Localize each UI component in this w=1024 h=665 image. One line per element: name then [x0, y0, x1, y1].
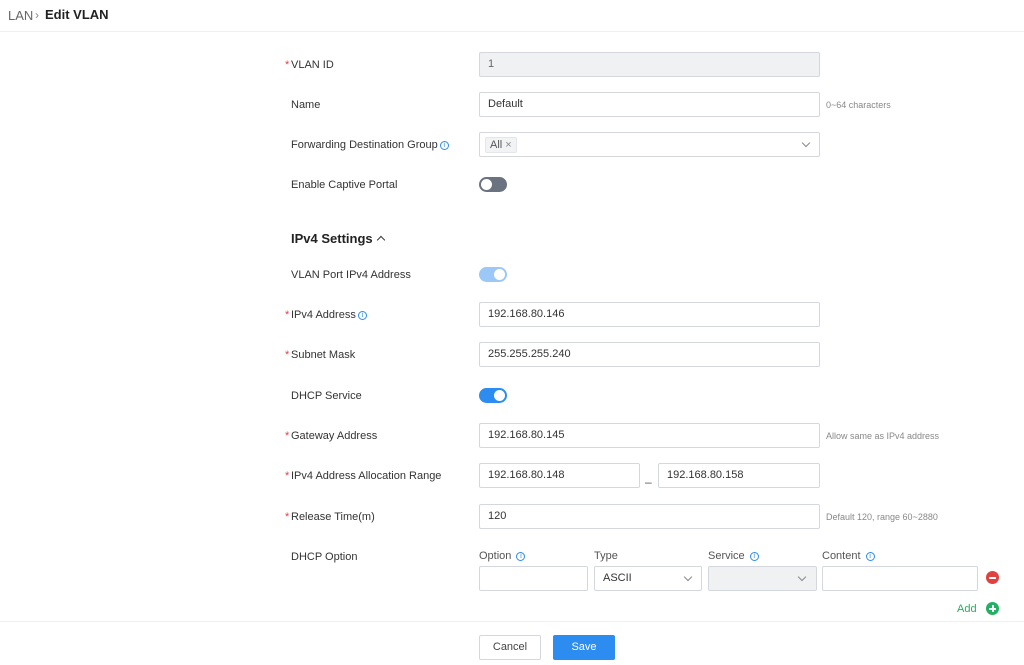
ipv4-address-input[interactable]: 192.168.80.146 — [479, 302, 820, 327]
tag-close-icon[interactable]: × — [505, 139, 511, 151]
name-input[interactable]: Default — [479, 92, 820, 117]
save-button[interactable]: Save — [553, 635, 615, 660]
gateway-hint: Allow same as IPv4 address — [826, 431, 940, 441]
forwarding-group-select[interactable] — [479, 132, 820, 157]
toggle-knob — [494, 390, 505, 401]
required-mark: * — [285, 349, 290, 361]
ipv4-settings-title: IPv4 Settings — [291, 231, 373, 246]
required-mark: * — [285, 59, 290, 71]
info-icon[interactable]: i — [516, 552, 526, 561]
forwarding-group-label-text: Forwarding Destination Group — [291, 139, 438, 151]
service-header-text: Service — [708, 550, 745, 562]
forwarding-group-label: Forwarding Destination Group i — [291, 138, 449, 152]
required-mark: * — [285, 470, 290, 482]
dhcp-content-input[interactable] — [822, 566, 978, 591]
info-icon[interactable]: i — [357, 311, 367, 320]
name-label: Name — [291, 99, 321, 111]
dhcp-option-label: DHCP Option — [291, 551, 358, 563]
option-column-header: Option i — [479, 550, 526, 562]
type-column-header: Type — [594, 550, 618, 562]
toggle-knob — [494, 269, 505, 280]
range-start-input[interactable]: 192.168.80.148 — [479, 463, 640, 488]
range-end-input[interactable]: 192.168.80.158 — [658, 463, 820, 488]
info-icon[interactable]: i — [439, 141, 449, 150]
add-icon[interactable] — [986, 602, 999, 615]
option-header-text: Option — [479, 550, 512, 562]
page-title: Edit VLAN — [45, 7, 109, 22]
gateway-address-input[interactable]: 192.168.80.145 — [479, 423, 820, 448]
cancel-button[interactable]: Cancel — [479, 635, 541, 660]
subnet-mask-label: Subnet Mask — [291, 349, 356, 361]
content-column-header: Content i — [822, 550, 875, 562]
release-time-input[interactable]: 120 — [479, 504, 820, 529]
release-time-label: Release Time(m) — [291, 511, 375, 523]
chevron-up-icon[interactable] — [376, 235, 386, 245]
release-time-hint: Default 120, range 60~2880 — [826, 512, 938, 522]
toggle-knob — [481, 179, 492, 190]
tag-label: All — [490, 139, 503, 151]
breadcrumb-separator-icon: › — [35, 8, 39, 22]
dhcp-service-label: DHCP Service — [291, 390, 362, 402]
gateway-address-label: Gateway Address — [291, 430, 378, 442]
info-icon[interactable]: i — [749, 552, 759, 561]
dhcp-service-toggle[interactable] — [479, 388, 507, 403]
captive-portal-label: Enable Captive Portal — [291, 179, 398, 191]
ipv4-address-label-text: IPv4 Address — [291, 309, 356, 321]
vlan-id-input: 1 — [479, 52, 820, 77]
dhcp-option-input[interactable] — [479, 566, 588, 591]
vlan-port-ipv4-label: VLAN Port IPv4 Address — [291, 269, 411, 281]
page-header: LAN › Edit VLAN — [0, 0, 1024, 32]
forwarding-group-tag: All × — [485, 137, 517, 153]
vlan-id-label: VLAN ID — [291, 59, 334, 71]
allocation-range-label: IPv4 Address Allocation Range — [291, 470, 442, 482]
info-icon[interactable]: i — [865, 552, 875, 561]
required-mark: * — [285, 430, 290, 442]
breadcrumb-lan-link[interactable]: LAN — [8, 8, 33, 23]
service-column-header: Service i — [708, 550, 759, 562]
required-mark: * — [285, 309, 290, 321]
add-row-link[interactable]: Add — [957, 603, 977, 615]
required-mark: * — [285, 511, 290, 523]
vlan-port-ipv4-toggle — [479, 267, 507, 282]
name-hint: 0~64 characters — [826, 100, 891, 110]
remove-row-icon[interactable] — [986, 571, 999, 584]
subnet-mask-input[interactable]: 255.255.255.240 — [479, 342, 820, 367]
captive-portal-toggle[interactable] — [479, 177, 507, 192]
content-header-text: Content — [822, 550, 861, 562]
ipv4-address-label: IPv4 Address i — [291, 308, 367, 322]
range-separator: – — [645, 475, 652, 489]
